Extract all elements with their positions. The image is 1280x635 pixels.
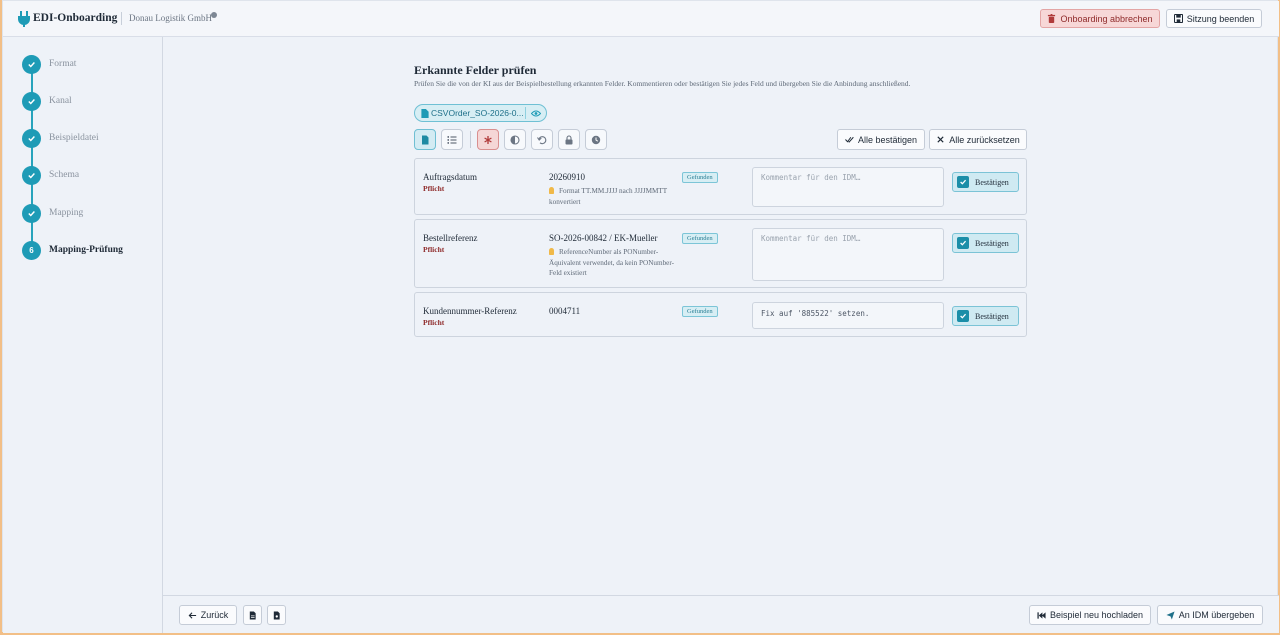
comment-input[interactable]: Fix auf '885522' setzen. xyxy=(752,302,944,329)
status-badge: Gefunden xyxy=(682,306,718,317)
check-icon xyxy=(22,166,41,185)
step-kanal[interactable]: Kanal xyxy=(22,92,162,112)
check-icon xyxy=(22,92,41,111)
plug-icon xyxy=(18,11,30,27)
step-beispieldatei[interactable]: Beispieldatei xyxy=(22,129,162,149)
lock-button[interactable] xyxy=(558,129,580,150)
close-icon xyxy=(937,136,944,143)
lightbulb-icon xyxy=(549,187,554,194)
file-chip[interactable]: CSVOrder_SO-2026-0... xyxy=(414,104,547,122)
header-divider xyxy=(121,12,122,25)
status-badge: Gefunden xyxy=(682,233,718,244)
required-badge: Pflicht xyxy=(423,245,445,254)
app-header: EDI-Onboarding Donau Logistik GmbH Onboa… xyxy=(3,1,1279,37)
lightbulb-icon xyxy=(549,248,554,255)
save-icon xyxy=(1173,14,1183,23)
asterisk-icon xyxy=(484,135,492,144)
cancel-onboarding-button[interactable]: Onboarding abbrechen xyxy=(1040,9,1160,28)
file-pdf-icon xyxy=(273,610,280,620)
document-preview-button[interactable] xyxy=(243,605,262,625)
file-icon xyxy=(421,109,429,118)
eye-icon[interactable] xyxy=(531,109,541,118)
undo-icon xyxy=(537,135,547,144)
confirm-all-button[interactable]: Alle bestätigen xyxy=(837,129,925,150)
step-schema[interactable]: Schema xyxy=(22,166,162,186)
check-icon xyxy=(22,204,41,223)
list-icon xyxy=(447,135,457,144)
confirm-field-button[interactable]: Bestätigen xyxy=(952,172,1019,192)
file-text-icon xyxy=(249,610,256,620)
trash-icon xyxy=(1048,14,1056,23)
confirm-field-button[interactable]: Bestätigen xyxy=(952,306,1019,326)
field-value: 20260910 xyxy=(549,172,585,182)
info-icon[interactable] xyxy=(211,12,217,18)
step-mapping[interactable]: Mapping xyxy=(22,204,162,224)
lock-icon xyxy=(565,134,573,144)
field-label: Kundennummer-Referenz xyxy=(423,306,517,316)
confirm-field-button[interactable]: Bestätigen xyxy=(952,233,1019,253)
step-number: 6 xyxy=(22,241,41,260)
page-title: Erkannte Felder prüfen xyxy=(414,63,537,77)
reupload-sample-button[interactable]: Beispiel neu hochladen xyxy=(1029,605,1151,625)
required-badge: Pflicht xyxy=(423,184,445,193)
app-window: EDI-Onboarding Donau Logistik GmbH Onboa… xyxy=(2,0,1279,633)
checkbox-checked-icon xyxy=(957,310,969,322)
filter-required-button[interactable] xyxy=(477,129,499,150)
comment-input[interactable]: Kommentar für den IDM… xyxy=(752,228,944,281)
checkbox-checked-icon xyxy=(957,176,969,188)
reset-all-button[interactable]: Alle zurücksetzen xyxy=(929,129,1027,150)
field-value: 0004711 xyxy=(549,306,581,316)
status-badge: Gefunden xyxy=(682,172,718,183)
end-session-button[interactable]: Sitzung beenden xyxy=(1166,9,1262,28)
pdf-export-button[interactable] xyxy=(267,605,286,625)
history-button[interactable] xyxy=(585,129,607,150)
field-note: ReferenceNumber als PONumber-Äquivalent … xyxy=(549,248,675,277)
field-card-auftragsdatum: Auftragsdatum Pflicht 20260910 Format TT… xyxy=(414,158,1027,215)
undo-button[interactable] xyxy=(531,129,553,150)
checkbox-checked-icon xyxy=(957,237,969,249)
clock-icon xyxy=(591,135,601,144)
arrow-left-icon xyxy=(188,611,196,619)
footer-bar: Zurück Beispiel neu hochladen An IDM übe… xyxy=(163,595,1279,633)
contrast-icon xyxy=(510,134,520,145)
file-chip-name: CSVOrder_SO-2026-0... xyxy=(431,108,524,118)
check-icon xyxy=(22,55,41,74)
check-icon xyxy=(22,129,41,148)
field-card-bestellreferenz: Bestellreferenz Pflicht SO-2026-00842 / … xyxy=(414,219,1027,288)
step-format[interactable]: Format xyxy=(22,55,162,75)
field-note: Format TT.MM.JJJJ nach JJJJMMTT konverti… xyxy=(549,187,668,206)
field-card-kundennummer: Kundennummer-Referenz Pflicht 0004711 Ge… xyxy=(414,292,1027,337)
field-value: SO-2026-00842 / EK-Mueller xyxy=(549,233,658,243)
view-list-button[interactable] xyxy=(441,129,463,150)
send-icon xyxy=(1166,610,1175,620)
submit-to-idm-button[interactable]: An IDM übergeben xyxy=(1157,605,1263,625)
app-title: EDI-Onboarding xyxy=(33,12,118,24)
field-label: Bestellreferenz xyxy=(423,233,478,243)
back-button[interactable]: Zurück xyxy=(179,605,237,625)
field-label: Auftragsdatum xyxy=(423,172,477,182)
chip-divider xyxy=(525,107,526,119)
comment-input[interactable]: Kommentar für den IDM… xyxy=(752,167,944,207)
contrast-button[interactable] xyxy=(504,129,526,150)
toolbar-divider xyxy=(470,131,471,148)
view-document-button[interactable] xyxy=(414,129,436,150)
page-subtitle: Prüfen Sie die von der KI aus der Beispi… xyxy=(414,79,911,88)
skip-back-icon xyxy=(1037,611,1046,619)
document-icon xyxy=(422,135,429,144)
double-check-icon xyxy=(845,136,854,143)
required-badge: Pflicht xyxy=(423,318,445,327)
sidebar-stepper: Format Kanal Beispieldatei Schema Mappin… xyxy=(3,37,163,633)
step-mapping-pruefung[interactable]: 6 Mapping-Prüfung xyxy=(22,241,162,261)
company-name: Donau Logistik GmbH xyxy=(129,13,212,23)
